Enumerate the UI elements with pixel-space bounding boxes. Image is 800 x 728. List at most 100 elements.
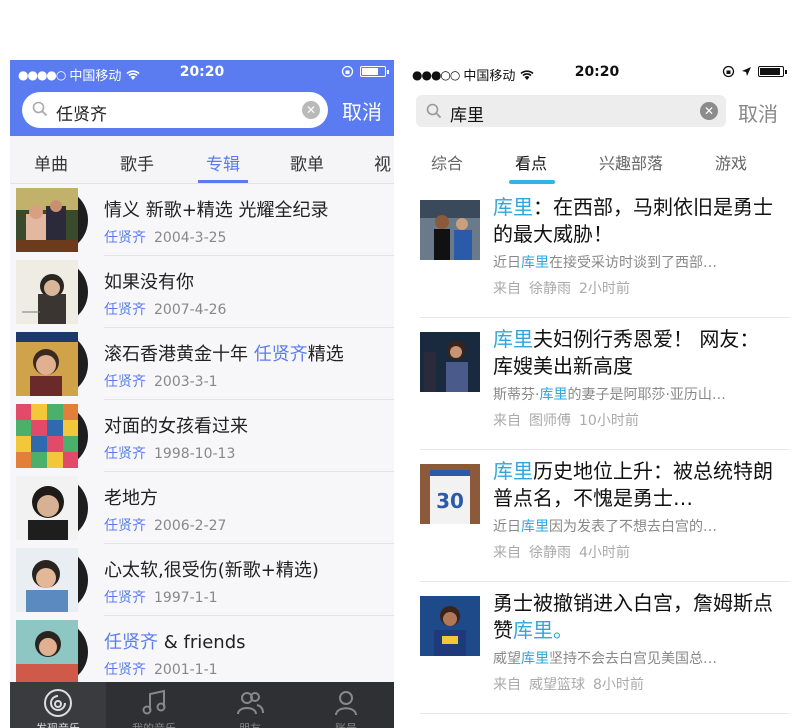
album-title: 滚石香港黄金十年 任贤齐精选 <box>104 344 344 365</box>
album-artist: 任贤齐 <box>104 374 146 390</box>
status-time: 20:20 <box>179 64 225 80</box>
rotation-lock-icon <box>722 65 735 78</box>
news-snippet: 威望库里坚持不会去白宫见美国总… <box>493 651 717 667</box>
user-icon <box>335 691 357 716</box>
friends-icon <box>237 692 264 715</box>
album-cover <box>16 332 88 396</box>
clear-icon[interactable]: ✕ <box>302 101 320 119</box>
news-snippet: 近日库里在接受采访时谈到了西部… <box>493 255 717 271</box>
album-artist: 任贤齐 <box>104 230 146 246</box>
album-date: 2003-3-1 <box>154 374 218 390</box>
album-title: 如果没有你 <box>104 272 194 293</box>
search-bar: 库里 ✕ 取消 <box>404 86 790 136</box>
news-item[interactable]: 库里夫妇例行秀恩爱！ 网友：库嫂美出新高度 斯蒂芬·库里的妻子是阿耶莎·亚历山…… <box>420 318 790 450</box>
list-item[interactable]: 如果没有你 任贤齐 2007-4-26 <box>10 256 394 328</box>
album-meta: 任贤齐 2003-3-1 <box>104 371 218 391</box>
nav-discover[interactable]: 发现音乐 <box>10 682 106 728</box>
clear-icon[interactable]: ✕ <box>700 102 718 120</box>
album-artist: 任贤齐 <box>104 302 146 318</box>
nav-friends[interactable]: 朋友 <box>202 682 298 728</box>
list-item[interactable]: 滚石香港黄金十年 任贤齐精选 任贤齐 2003-3-1 <box>10 328 394 400</box>
album-title: 老地方 <box>104 488 158 509</box>
nav-my-music[interactable]: 我的音乐 <box>106 682 202 728</box>
news-item[interactable]: 勇士被撤销进入白宫，詹姆斯点赞库里。 威望库里坚持不会去白宫见美国总… 来自 威望… <box>420 582 790 714</box>
list-item[interactable]: 老地方 任贤齐 2006-2-27 <box>10 472 394 544</box>
battery-icon <box>758 66 787 77</box>
album-meta: 任贤齐 2007-4-26 <box>104 299 226 319</box>
search-query: 库里 <box>450 106 484 126</box>
music-note-icon <box>142 689 166 715</box>
search-input[interactable]: 任贤齐 ✕ <box>22 92 328 128</box>
status-bar: ●●●○○ 中国移动 20:20 <box>404 60 790 86</box>
tab-videos[interactable]: 视 <box>374 150 391 175</box>
bottom-nav: 发现音乐 我的音乐 朋友 账号 <box>10 682 394 728</box>
tab-games[interactable]: 游戏 <box>715 150 747 174</box>
battery-icon <box>360 66 389 77</box>
news-headline: 库里夫妇例行秀恩爱！ 网友：库嫂美出新高度 <box>493 327 760 378</box>
svg-text:30: 30 <box>436 489 464 513</box>
album-artist: 任贤齐 <box>104 590 146 606</box>
news-headline: 勇士被撤销进入白宫，詹姆斯点赞库里。 <box>493 591 773 642</box>
search-bar: 任贤齐 ✕ 取消 <box>10 86 394 136</box>
album-title: 对面的女孩看过来 <box>104 416 248 437</box>
album-title: 情义 新歌+精选 光耀全纪录 <box>104 200 329 221</box>
tab-kandian[interactable]: 看点 <box>515 150 547 174</box>
tab-albums[interactable]: 专辑 <box>206 150 240 175</box>
album-cover <box>16 404 88 468</box>
album-cover <box>16 620 88 684</box>
news-snippet: 斯蒂芬·库里的妻子是阿耶莎·亚历山… <box>493 387 726 403</box>
album-cover <box>16 476 88 540</box>
album-cover <box>16 188 88 252</box>
news-source: 来自 徐静雨 4小时前 <box>493 545 630 561</box>
album-title: 心太软,很受伤(新歌+精选) <box>104 560 319 581</box>
album-date: 2007-4-26 <box>154 302 227 318</box>
tab-artists[interactable]: 歌手 <box>120 150 154 175</box>
news-item[interactable]: 30 库里历史地位上升：被总统特朗普点名，不愧是勇士… 近日库里因为发表了不想去… <box>420 450 790 582</box>
album-date: 2004-3-25 <box>154 230 227 246</box>
news-item[interactable]: 库里：在西部，马刺依旧是勇士的最大威胁！ 近日库里在接受采访时谈到了西部… 来自… <box>420 186 790 318</box>
list-item[interactable]: 心太软,很受伤(新歌+精选) 任贤齐 1997-1-1 <box>10 544 394 616</box>
location-icon <box>742 67 751 76</box>
album-cover <box>16 260 88 324</box>
news-snippet: 近日库里因为发表了不想去白宫的… <box>493 519 717 535</box>
album-meta: 任贤齐 2001-1-1 <box>104 659 218 679</box>
active-tab-indicator <box>198 180 248 183</box>
tab-songs[interactable]: 单曲 <box>34 150 68 175</box>
search-icon <box>32 101 48 117</box>
news-thumbnail: 30 <box>420 464 480 524</box>
news-headline: 库里：在西部，马刺依旧是勇士的最大威胁！ <box>493 195 773 246</box>
news-thumbnail <box>420 596 480 656</box>
status-bar: ●●●●○ 中国移动 20:20 <box>10 60 394 86</box>
album-meta: 任贤齐 1998-10-13 <box>104 443 235 463</box>
news-source: 来自 图师傅 10小时前 <box>493 413 639 429</box>
album-artist: 任贤齐 <box>104 518 146 534</box>
search-query: 任贤齐 <box>56 105 107 125</box>
rotation-lock-icon <box>341 65 354 78</box>
tab-general[interactable]: 综合 <box>431 150 463 174</box>
album-meta: 任贤齐 2006-2-27 <box>104 515 226 535</box>
cancel-button[interactable]: 取消 <box>738 98 778 127</box>
category-tabs: 单曲 歌手 专辑 歌单 视 <box>10 136 394 184</box>
album-meta: 任贤齐 2004-3-25 <box>104 227 226 247</box>
album-title: 任贤齐 & friends <box>104 632 246 653</box>
news-thumbnail <box>420 332 480 392</box>
list-item[interactable]: 情义 新歌+精选 光耀全纪录 任贤齐 2004-3-25 <box>10 184 394 256</box>
list-item[interactable]: 对面的女孩看过来 任贤齐 1998-10-13 <box>10 400 394 472</box>
list-item[interactable]: 任贤齐 & friends 任贤齐 2001-1-1 <box>10 616 394 688</box>
tab-playlists[interactable]: 歌单 <box>290 150 324 175</box>
music-app-screen: ●●●●○ 中国移动 20:20 任贤齐 ✕ 取消 单曲 歌手 专辑 歌单 视 <box>10 60 394 728</box>
album-artist: 任贤齐 <box>104 446 146 462</box>
album-artist: 任贤齐 <box>104 662 146 678</box>
news-source: 来自 徐静雨 2小时前 <box>493 281 630 297</box>
album-date: 1997-1-1 <box>154 590 218 606</box>
search-input[interactable]: 库里 ✕ <box>416 95 726 127</box>
cancel-button[interactable]: 取消 <box>342 96 382 125</box>
news-thumbnail <box>420 200 480 260</box>
nav-account[interactable]: 账号 <box>298 682 394 728</box>
news-source: 来自 威望篮球 8小时前 <box>493 677 644 693</box>
netease-logo-icon <box>44 689 72 717</box>
tab-interest-tribes[interactable]: 兴趣部落 <box>599 150 663 174</box>
search-icon <box>426 103 442 119</box>
active-tab-indicator <box>509 180 555 184</box>
album-date: 1998-10-13 <box>154 446 236 462</box>
